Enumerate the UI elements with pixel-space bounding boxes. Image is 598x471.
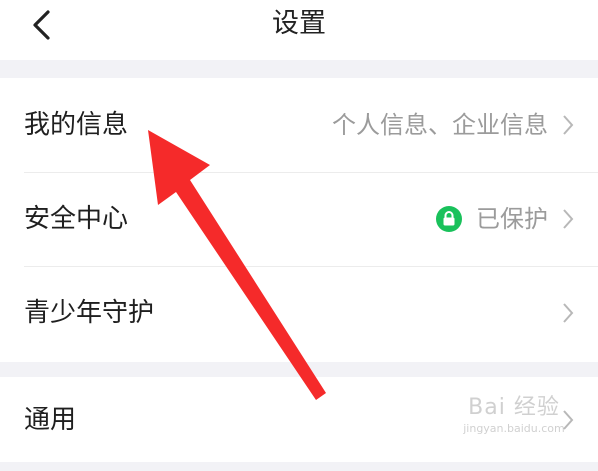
settings-row-youth-protection[interactable]: 青少年守护	[0, 266, 598, 360]
settings-row-security-center[interactable]: 安全中心 已保护	[0, 172, 598, 266]
chevron-right-icon	[563, 209, 574, 229]
chevron-right-icon	[563, 303, 574, 323]
row-value: 已保护	[476, 205, 548, 233]
chevron-right-icon	[563, 115, 574, 135]
row-label: 青少年守护	[24, 298, 155, 328]
page-title: 设置	[272, 8, 326, 39]
settings-group-account: 我的信息 个人信息、企业信息 安全中心 已保护 青少年守护	[0, 78, 598, 362]
row-right: 已保护	[436, 202, 574, 236]
settings-row-my-info[interactable]: 我的信息 个人信息、企业信息	[0, 78, 598, 172]
row-value: 个人信息、企业信息	[332, 111, 548, 139]
row-label: 通用	[24, 405, 77, 435]
nav-header: 设置	[0, 0, 598, 60]
row-right: 个人信息、企业信息	[332, 108, 574, 142]
row-label: 我的信息	[24, 110, 129, 140]
lock-icon	[436, 206, 462, 232]
watermark-text: Bai 经验	[468, 395, 560, 420]
watermark-url: jingyan.baidu.com	[463, 422, 565, 435]
watermark: Bai 经验 jingyan.baidu.com	[454, 394, 574, 450]
row-label: 安全中心	[24, 204, 129, 234]
row-right	[562, 296, 574, 330]
